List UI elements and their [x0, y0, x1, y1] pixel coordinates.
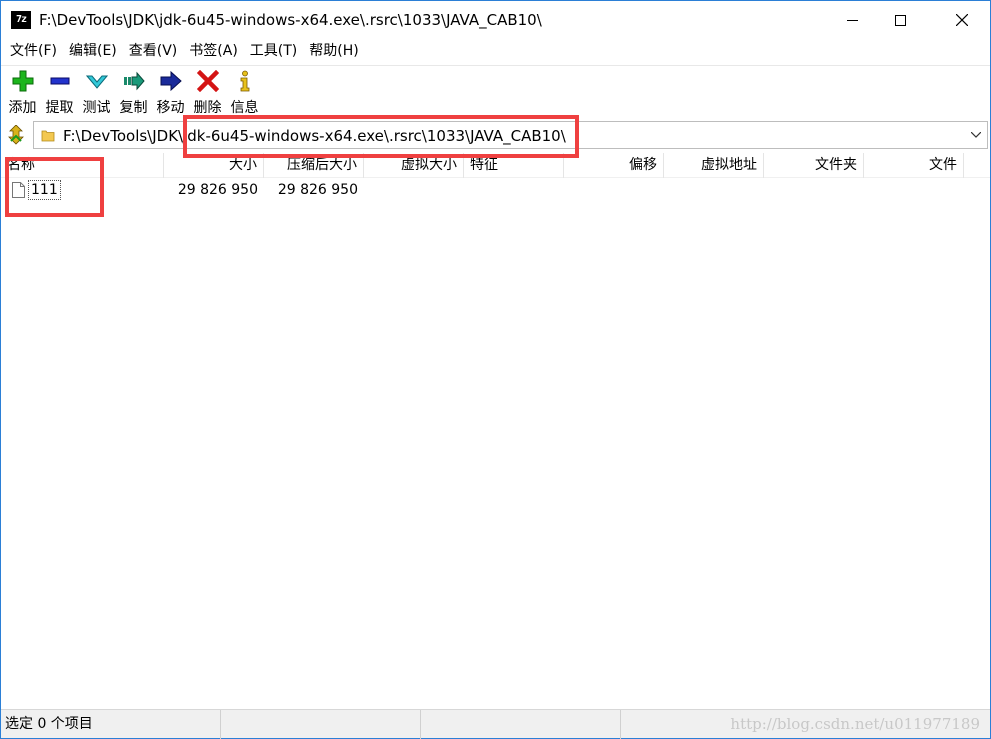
menu-tools[interactable]: 工具(T) — [244, 39, 303, 63]
copy-icon — [122, 70, 146, 92]
path-combobox[interactable]: F:\DevTools\JDK\jdk-6u45-windows-x64.exe… — [33, 121, 988, 149]
column-folders[interactable]: 文件夹 — [764, 153, 864, 178]
column-offset[interactable]: 偏移 — [564, 153, 664, 178]
extract-label: 提取 — [45, 100, 74, 116]
info-icon — [233, 70, 257, 92]
menu-file[interactable]: 文件(F) — [4, 39, 63, 63]
test-label: 测试 — [82, 100, 111, 116]
status-bar: 选定 0 个项目 http://blog.csdn.net/u011977189 — [1, 709, 990, 739]
info-button[interactable]: 信息 — [226, 66, 263, 117]
list-header: 名称 大小 压缩后大小 虚拟大小 特征 偏移 虚拟地址 文件夹 文件 — [1, 153, 990, 178]
copy-label: 复制 — [119, 100, 148, 116]
up-folder-button[interactable] — [5, 123, 27, 147]
app-7zip-icon: 7z — [11, 11, 31, 29]
test-button[interactable]: 测试 — [78, 66, 115, 117]
close-button[interactable] — [939, 1, 985, 39]
column-packed-size[interactable]: 压缩后大小 — [264, 153, 364, 178]
delete-icon — [196, 70, 220, 92]
add-icon — [11, 70, 35, 92]
column-virtual-size[interactable]: 虚拟大小 — [364, 153, 464, 178]
menu-bar: 文件(F) 编辑(E) 查看(V) 书签(A) 工具(T) 帮助(H) — [1, 39, 990, 63]
watermark-text: http://blog.csdn.net/u011977189 — [730, 715, 980, 733]
minimize-button[interactable] — [829, 1, 875, 39]
move-label: 移动 — [156, 100, 185, 116]
column-size[interactable]: 大小 — [164, 153, 264, 178]
add-button[interactable]: 添加 — [4, 66, 41, 117]
column-name[interactable]: 名称 — [1, 153, 164, 178]
delete-label: 删除 — [193, 100, 222, 116]
move-button[interactable]: 移动 — [152, 66, 189, 117]
file-list[interactable]: 名称 大小 压缩后大小 虚拟大小 特征 偏移 虚拟地址 文件夹 文件 111 2… — [1, 153, 990, 709]
status-cell-2 — [221, 710, 421, 739]
menu-bookmarks[interactable]: 书签(A) — [183, 39, 244, 63]
packed-size-cell: 29 826 950 — [277, 182, 358, 198]
copy-button[interactable]: 复制 — [115, 66, 152, 117]
app-window: 7z F:\DevTools\JDK\jdk-6u45-windows-x64.… — [0, 0, 991, 739]
selection-status: 选定 0 个项目 — [1, 710, 221, 739]
maximize-icon — [894, 14, 906, 26]
extract-button[interactable]: 提取 — [41, 66, 78, 117]
menu-view[interactable]: 查看(V) — [123, 39, 184, 63]
path-dropdown-button[interactable] — [969, 128, 983, 142]
address-bar: F:\DevTools\JDK\jdk-6u45-windows-x64.exe… — [1, 119, 990, 151]
window-title: F:\DevTools\JDK\jdk-6u45-windows-x64.exe… — [39, 11, 542, 29]
move-icon — [159, 70, 183, 92]
column-files[interactable]: 文件 — [864, 153, 964, 178]
folder-icon — [41, 130, 55, 142]
chevron-down-icon — [971, 132, 981, 138]
toolbar: 添加 提取 测试 复制 移动 删除 信息 — [1, 65, 990, 117]
menu-edit[interactable]: 编辑(E) — [63, 39, 123, 63]
maximize-button[interactable] — [877, 1, 923, 39]
table-row[interactable]: 111 29 826 950 29 826 950 — [1, 179, 990, 201]
menu-help[interactable]: 帮助(H) — [303, 39, 364, 63]
path-text[interactable]: F:\DevTools\JDK\jdk-6u45-windows-x64.exe… — [63, 127, 566, 145]
extract-icon — [48, 70, 72, 92]
status-cell-3 — [421, 710, 621, 739]
column-virtual-address[interactable]: 虚拟地址 — [664, 153, 764, 178]
column-characteristics[interactable]: 特征 — [464, 153, 564, 178]
delete-button[interactable]: 删除 — [189, 66, 226, 117]
info-label: 信息 — [230, 100, 259, 116]
size-cell: 29 826 950 — [177, 182, 258, 198]
close-icon — [956, 14, 968, 26]
file-icon — [12, 182, 25, 198]
rename-field[interactable]: 111 — [28, 180, 61, 200]
title-bar[interactable]: 7z F:\DevTools\JDK\jdk-6u45-windows-x64.… — [1, 1, 990, 39]
test-icon — [85, 70, 109, 92]
minimize-icon — [846, 19, 858, 21]
add-label: 添加 — [8, 100, 37, 116]
up-folder-icon — [8, 125, 24, 145]
